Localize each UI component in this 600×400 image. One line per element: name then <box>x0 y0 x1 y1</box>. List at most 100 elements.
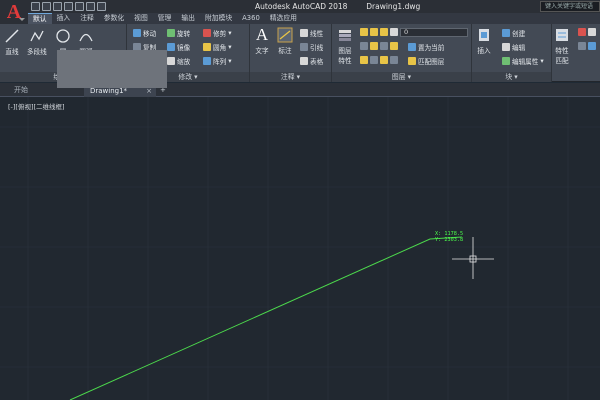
create-block-tool[interactable]: 创建 <box>502 28 525 38</box>
line-tool[interactable]: 直线 <box>4 28 20 56</box>
trim-tool[interactable]: 修剪 ▾ <box>203 28 232 38</box>
layer-tools-row-2 <box>360 56 398 64</box>
layer-unisolate-icon[interactable] <box>370 56 378 64</box>
circle-icon <box>56 29 70 43</box>
lightbulb-icon[interactable] <box>360 28 368 36</box>
polyline-entity[interactable] <box>69 236 463 400</box>
color-wheel-icon[interactable] <box>578 28 586 36</box>
linear-dim-icon <box>300 29 308 37</box>
rotate-icon <box>167 29 175 37</box>
layer-off-icon[interactable] <box>360 42 368 50</box>
insert-block-tool[interactable]: 插入 <box>476 27 492 55</box>
tab-view[interactable]: 视图 <box>129 13 153 24</box>
polyline-label: 多段线 <box>27 48 47 56</box>
array-tool[interactable]: 阵列 ▾ <box>203 56 232 66</box>
trim-icon <box>203 29 211 37</box>
mirror-label: 镜像 <box>177 44 191 52</box>
transparency-icon[interactable] <box>588 42 596 50</box>
layer-state-icons <box>360 28 398 36</box>
make-current-label: 置为当前 <box>418 44 445 52</box>
lock-icon[interactable] <box>380 28 388 36</box>
ribbon-tabs: 默认 插入 注释 参数化 视图 管理 输出 附加模块 A360 精选应用 <box>28 13 600 24</box>
insert-block-icon <box>479 29 489 41</box>
leader-tool[interactable]: 引线 <box>300 42 323 52</box>
dimension-tool[interactable]: 标注 <box>277 27 293 55</box>
layer-properties-tool[interactable]: 图层 特性 <box>337 27 353 65</box>
layer-lock-icon[interactable] <box>390 42 398 50</box>
file-tab-start-label: 开始 <box>14 86 28 94</box>
properties-tool[interactable]: 特性 匹配 <box>554 27 570 65</box>
dynamic-input-y: Y: 2303.8 <box>435 237 464 243</box>
fillet-tool[interactable]: 圆角 ▾ <box>203 42 232 52</box>
app-name: Autodesk AutoCAD 2018 <box>255 2 348 11</box>
mirror-tool[interactable]: 镜像 <box>167 42 190 52</box>
layer-freeze-icon[interactable] <box>380 42 388 50</box>
undo-icon[interactable] <box>86 2 95 11</box>
edit-attributes-tool[interactable]: 编辑属性 ▾ <box>502 56 544 66</box>
rotate-tool[interactable]: 旋转 <box>167 28 190 38</box>
tab-manage[interactable]: 管理 <box>153 13 177 24</box>
fillet-label: 圆角 <box>213 44 227 52</box>
scale-tool[interactable]: 缩放 <box>167 56 190 66</box>
viewport-controls-label[interactable]: [-][俯视][二维线框] <box>8 101 65 111</box>
linetype-icon[interactable] <box>578 42 586 50</box>
grid <box>0 97 600 400</box>
edit-label: 编辑 <box>512 44 526 52</box>
layers-panel-title: 图层 <box>391 73 406 81</box>
text-label: 文字 <box>255 47 269 55</box>
text-tool[interactable]: A 文字 <box>254 25 270 55</box>
redo-icon[interactable] <box>97 2 106 11</box>
tab-home[interactable]: 默认 <box>28 13 52 24</box>
quick-access-toolbar <box>31 1 106 12</box>
search-input[interactable]: 键入关键字或短语 <box>540 1 600 12</box>
application-menu-button[interactable]: A <box>0 0 28 24</box>
table-tool[interactable]: 表格 <box>300 56 323 66</box>
chevron-down-icon <box>19 18 25 21</box>
layer-unlock-icon[interactable] <box>390 56 398 64</box>
block-panel-title: 块 <box>505 73 513 81</box>
properties-panel: 特性 匹配 <box>552 24 600 82</box>
linear-label: 线性 <box>310 30 324 38</box>
new-file-icon[interactable] <box>31 2 40 11</box>
mirror-icon <box>167 43 175 51</box>
line-icon <box>5 29 19 43</box>
open-file-icon[interactable] <box>42 2 51 11</box>
edit-block-tool[interactable]: 编辑 <box>502 42 525 52</box>
drawing-canvas[interactable]: [-][俯视][二维线框] X: 1178.5 Y: 2303.8 <box>0 97 600 400</box>
obscured-region <box>57 50 167 88</box>
properties-label-1: 特性 <box>555 47 569 55</box>
tab-featured-apps[interactable]: 精选应用 <box>265 13 302 24</box>
color-swatch-icon[interactable] <box>390 28 398 36</box>
layer-on-icon[interactable] <box>360 56 368 64</box>
layer-thaw-icon[interactable] <box>380 56 388 64</box>
match-layer-tool[interactable]: 匹配图层 <box>408 56 444 66</box>
layer-dropdown[interactable]: 0 <box>400 28 468 37</box>
layer-properties-label-1: 图层 <box>338 47 352 55</box>
save-icon[interactable] <box>53 2 62 11</box>
save-as-icon[interactable] <box>64 2 73 11</box>
tab-a360[interactable]: A360 <box>237 13 265 24</box>
annotation-panel-label[interactable]: 注释 ▾ <box>250 72 331 82</box>
block-panel: 插入 创建 编辑 编辑属性 ▾ 块 ▾ <box>472 24 552 82</box>
plot-icon[interactable] <box>75 2 84 11</box>
array-label: 阵列 <box>213 58 227 66</box>
move-tool[interactable]: 移动 <box>133 28 156 38</box>
fillet-icon <box>203 43 211 51</box>
text-icon: A <box>255 25 269 44</box>
scale-icon <box>167 57 175 65</box>
make-current-tool[interactable]: 置为当前 <box>408 42 444 52</box>
tab-parametric[interactable]: 参数化 <box>99 13 129 24</box>
tab-output[interactable]: 输出 <box>176 13 200 24</box>
lineweight-icon[interactable] <box>588 28 596 36</box>
sun-icon[interactable] <box>370 28 378 36</box>
polyline-tool[interactable]: 多段线 <box>27 28 47 56</box>
tab-annotate[interactable]: 注释 <box>75 13 99 24</box>
block-panel-label[interactable]: 块 ▾ <box>472 72 551 82</box>
tab-addins[interactable]: 附加模块 <box>200 13 237 24</box>
window-title: Autodesk AutoCAD 2018 Drawing1.dwg <box>255 0 420 13</box>
layer-isolate-icon[interactable] <box>370 42 378 50</box>
layers-panel-label[interactable]: 图层 ▾ <box>332 72 471 82</box>
layer-properties-label-2: 特性 <box>338 57 352 65</box>
tab-insert[interactable]: 插入 <box>52 13 76 24</box>
linear-tool[interactable]: 线性 <box>300 28 323 38</box>
